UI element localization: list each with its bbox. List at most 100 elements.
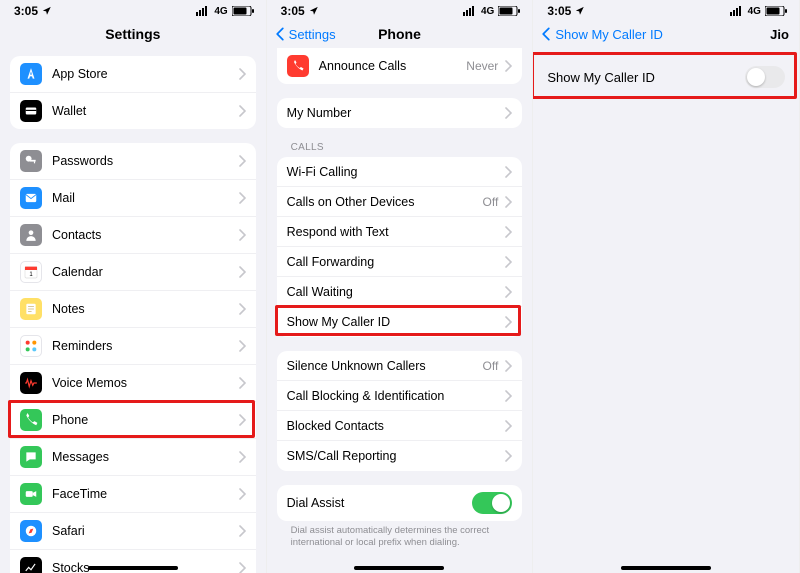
- row-label: Voice Memos: [52, 376, 238, 390]
- row-sms-call-reporting[interactable]: SMS/Call Reporting: [277, 441, 523, 471]
- chevron-right-icon: [504, 60, 512, 72]
- row-label: Call Forwarding: [287, 255, 505, 269]
- signal-icon: [196, 6, 210, 16]
- settings-row-messages[interactable]: Messages: [10, 439, 256, 476]
- settings-group-2: Passwords Mail Contacts 1Calendar Notes Remin…: [10, 143, 256, 573]
- ft-icon: [20, 483, 42, 505]
- settings-row-wallet[interactable]: Wallet: [10, 93, 256, 129]
- dial-assist-toggle[interactable]: [472, 492, 512, 514]
- row-label: Calls on Other Devices: [287, 195, 483, 209]
- network-label: 4G: [214, 6, 227, 17]
- chevron-right-icon: [238, 451, 246, 463]
- back-button[interactable]: Settings: [273, 20, 336, 48]
- chevron-right-icon: [238, 525, 246, 537]
- row-show-caller-id[interactable]: Show My Caller ID: [533, 56, 799, 99]
- battery-icon: [498, 6, 520, 16]
- status-bar: 3:05 4G: [0, 0, 266, 20]
- home-indicator[interactable]: [88, 566, 178, 570]
- row-label: Phone: [52, 413, 238, 427]
- key-icon: [20, 150, 42, 172]
- back-label: Show My Caller ID: [555, 27, 663, 42]
- nav-bar: Settings: [0, 20, 266, 48]
- carrier-label: Jio: [770, 20, 789, 48]
- voice-icon: [20, 372, 42, 394]
- page-title: Phone: [378, 26, 421, 42]
- msg-icon: [20, 446, 42, 468]
- row-show-my-caller-id[interactable]: Show My Caller ID: [277, 307, 523, 337]
- chevron-right-icon: [238, 105, 246, 117]
- row-label: Safari: [52, 524, 238, 538]
- chevron-right-icon: [238, 488, 246, 500]
- chevron-right-icon: [504, 390, 512, 402]
- back-label: Settings: [289, 27, 336, 42]
- row-announce-calls[interactable]: Announce Calls Never: [277, 48, 523, 84]
- nav-bar: Settings Phone: [267, 20, 533, 48]
- row-call-waiting[interactable]: Call Waiting: [277, 277, 523, 307]
- chevron-right-icon: [238, 340, 246, 352]
- row-label: Contacts: [52, 228, 238, 242]
- home-indicator[interactable]: [621, 566, 711, 570]
- row-my-number[interactable]: My Number: [277, 98, 523, 128]
- settings-group-1: App Store Wallet: [10, 56, 256, 129]
- row-silence-unknown-callers[interactable]: Silence Unknown CallersOff: [277, 351, 523, 381]
- page-title: Settings: [105, 26, 160, 42]
- row-label: Passwords: [52, 154, 238, 168]
- row-label: Wallet: [52, 104, 238, 118]
- row-label: Dial Assist: [287, 496, 473, 510]
- stocks-icon: [20, 557, 42, 573]
- settings-row-passwords[interactable]: Passwords: [10, 143, 256, 180]
- home-indicator[interactable]: [354, 566, 444, 570]
- row-label: Notes: [52, 302, 238, 316]
- back-button[interactable]: Show My Caller ID: [539, 20, 663, 48]
- wallet-icon: [20, 100, 42, 122]
- row-label: Messages: [52, 450, 238, 464]
- chevron-right-icon: [504, 286, 512, 298]
- manage-group: Silence Unknown CallersOffCall Blocking …: [277, 351, 523, 471]
- settings-row-phone[interactable]: Phone: [10, 402, 256, 439]
- chevron-right-icon: [504, 420, 512, 432]
- caller-id-toggle[interactable]: [745, 66, 785, 88]
- row-wi-fi-calling[interactable]: Wi-Fi Calling: [277, 157, 523, 187]
- row-label: Mail: [52, 191, 238, 205]
- chevron-right-icon: [238, 68, 246, 80]
- section-header-calls: CALLS: [277, 142, 523, 157]
- screen-phone-settings: 3:05 4G Settings Phone: [267, 0, 534, 573]
- settings-row-mail[interactable]: Mail: [10, 180, 256, 217]
- settings-row-app-store[interactable]: App Store: [10, 56, 256, 93]
- settings-row-reminders[interactable]: Reminders: [10, 328, 256, 365]
- chevron-right-icon: [504, 256, 512, 268]
- row-blocked-contacts[interactable]: Blocked Contacts: [277, 411, 523, 441]
- chevron-right-icon: [504, 166, 512, 178]
- chevron-right-icon: [238, 155, 246, 167]
- signal-icon: [730, 6, 744, 16]
- notes-icon: [20, 298, 42, 320]
- row-call-forwarding[interactable]: Call Forwarding: [277, 247, 523, 277]
- settings-row-calendar[interactable]: 1Calendar: [10, 254, 256, 291]
- settings-row-contacts[interactable]: Contacts: [10, 217, 256, 254]
- row-value: Off: [483, 195, 499, 209]
- chevron-right-icon: [504, 450, 512, 462]
- chevron-right-icon: [238, 562, 246, 573]
- row-label: Show My Caller ID: [547, 70, 655, 85]
- row-calls-on-other-devices[interactable]: Calls on Other DevicesOff: [277, 187, 523, 217]
- row-respond-with-text[interactable]: Respond with Text: [277, 217, 523, 247]
- row-call-blocking-identification[interactable]: Call Blocking & Identification: [277, 381, 523, 411]
- row-value: Off: [483, 359, 499, 373]
- calls-group: Wi-Fi CallingCalls on Other DevicesOffRe…: [277, 157, 523, 337]
- settings-row-voice-memos[interactable]: Voice Memos: [10, 365, 256, 402]
- status-bar: 3:05 4G: [267, 0, 533, 20]
- settings-row-notes[interactable]: Notes: [10, 291, 256, 328]
- row-dial-assist[interactable]: Dial Assist: [277, 485, 523, 521]
- row-label: Announce Calls: [319, 59, 467, 73]
- row-value: Never: [466, 59, 498, 73]
- row-label: Wi-Fi Calling: [287, 165, 505, 179]
- battery-icon: [765, 6, 787, 16]
- mail-icon: [20, 187, 42, 209]
- status-time: 3:05: [547, 4, 571, 18]
- screen-caller-id: 3:05 4G Show My Caller ID Jio Show My Ca…: [533, 0, 800, 573]
- chevron-right-icon: [238, 266, 246, 278]
- phone-icon: [20, 409, 42, 431]
- location-icon: [575, 6, 585, 16]
- settings-row-safari[interactable]: Safari: [10, 513, 256, 550]
- settings-row-facetime[interactable]: FaceTime: [10, 476, 256, 513]
